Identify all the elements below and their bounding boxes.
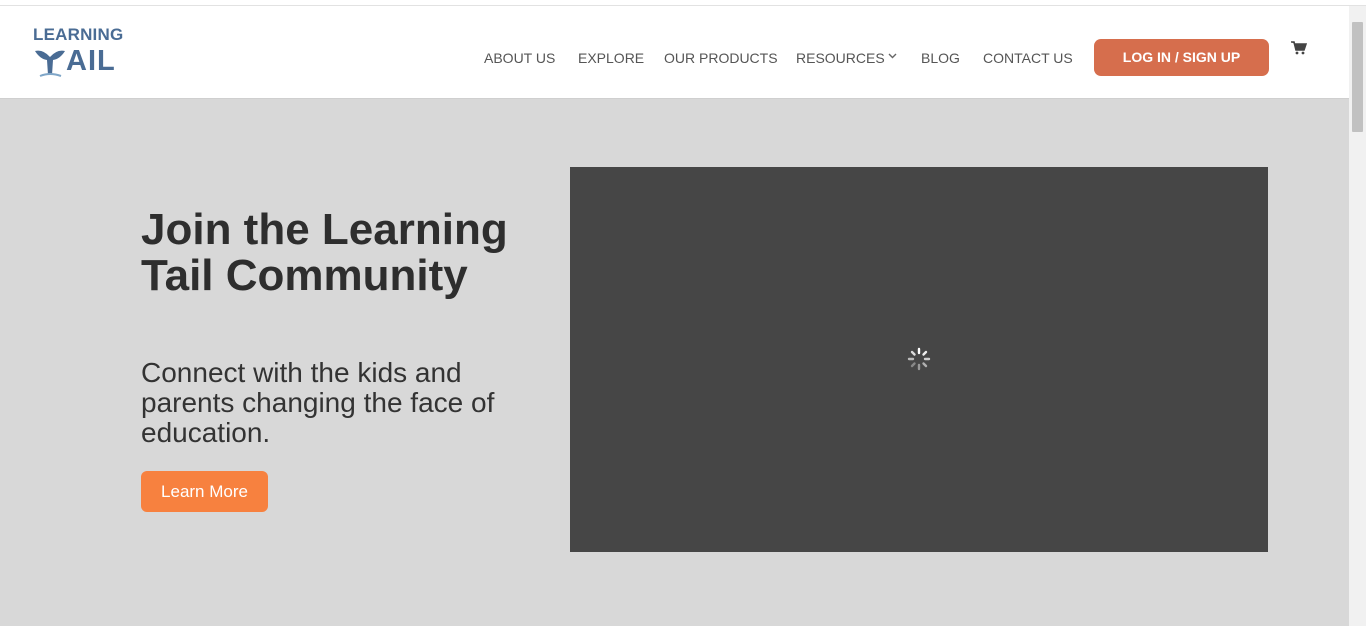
hero-title: Join the Learning Tail Community bbox=[141, 205, 508, 300]
nav-explore[interactable]: EXPLORE bbox=[578, 49, 644, 67]
loading-spinner-icon bbox=[907, 347, 931, 371]
logo-top-text: LEARNING bbox=[33, 25, 124, 44]
page-scrollbar[interactable] bbox=[1349, 6, 1366, 626]
learn-more-button[interactable]: Learn More bbox=[141, 471, 268, 512]
site-header: LEARNING AIL ABOUT US EXPLORE OUR PRODUC… bbox=[0, 6, 1349, 99]
nav-blog[interactable]: BLOG bbox=[921, 49, 960, 67]
nav-contact-us[interactable]: CONTACT US bbox=[983, 49, 1073, 67]
video-player[interactable] bbox=[570, 167, 1268, 552]
site-logo[interactable]: LEARNING AIL bbox=[32, 26, 123, 78]
nav-our-products[interactable]: OUR PRODUCTS bbox=[664, 49, 778, 67]
hero-subtitle: Connect with the kids and parents changi… bbox=[141, 357, 495, 448]
nav-resources[interactable]: RESOURCES bbox=[796, 49, 885, 67]
login-signup-button[interactable]: LOG IN / SIGN UP bbox=[1094, 39, 1269, 76]
nav-about-us[interactable]: ABOUT US bbox=[484, 49, 555, 67]
cart-icon[interactable] bbox=[1291, 41, 1307, 55]
chevron-down-icon[interactable] bbox=[888, 53, 897, 59]
logo-bottom-text: AIL bbox=[66, 45, 116, 77]
scrollbar-thumb[interactable] bbox=[1352, 22, 1363, 132]
whale-tail-icon bbox=[35, 50, 65, 77]
